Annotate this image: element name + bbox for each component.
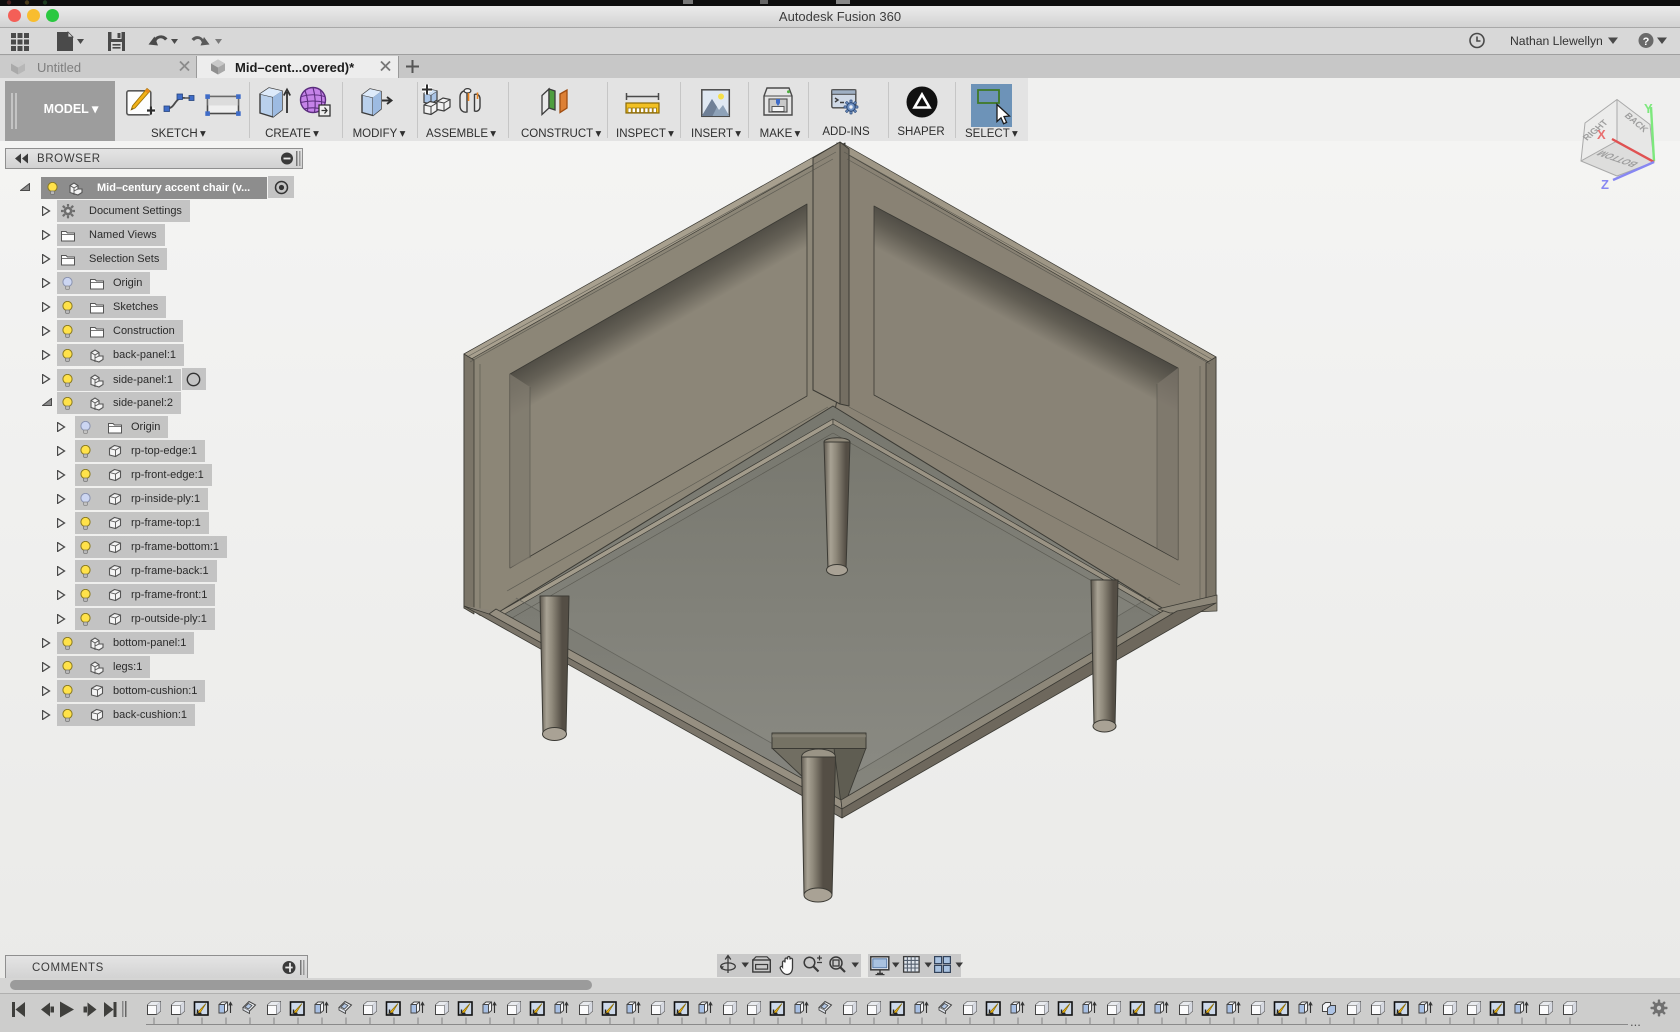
svg-text:?: ? bbox=[1643, 36, 1650, 48]
svg-text:Z: Z bbox=[1601, 177, 1609, 192]
svg-text:Y: Y bbox=[1644, 101, 1653, 116]
svg-text:X: X bbox=[1597, 127, 1606, 142]
svg-text:...: ... bbox=[1630, 1014, 1641, 1029]
